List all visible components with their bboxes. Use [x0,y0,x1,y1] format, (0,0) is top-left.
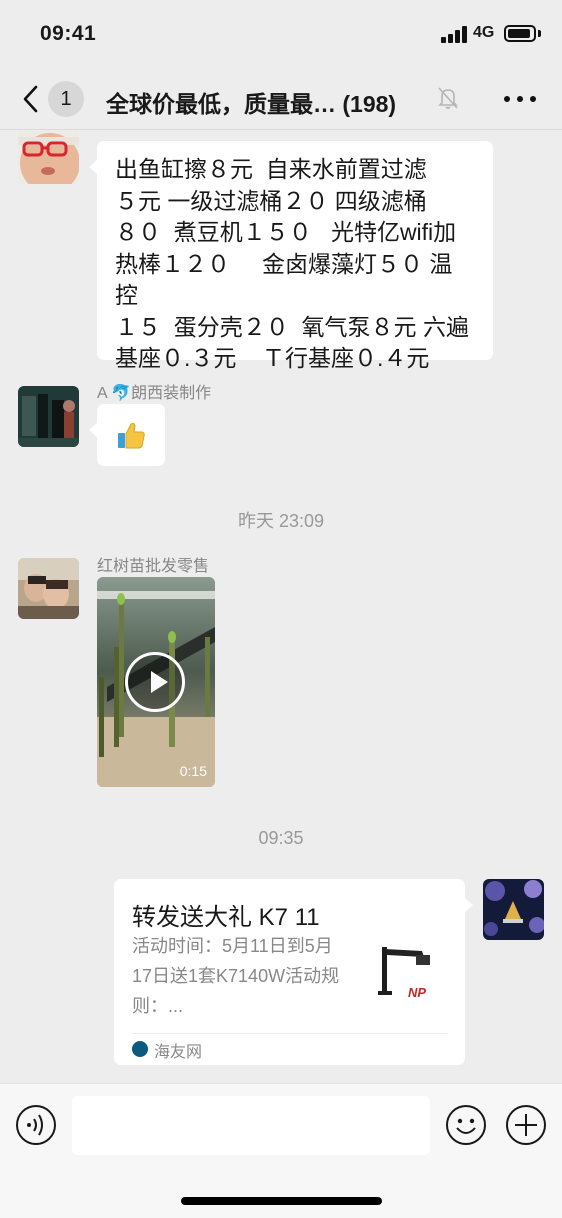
message-input[interactable] [72,1096,430,1155]
chat-header: 1 全球价最低，质量最… (198) [0,66,562,130]
svg-text:NP: NP [408,985,426,1000]
card-divider [132,1033,447,1034]
card-title: 转发送大礼 K7 11 [132,904,320,931]
play-icon[interactable] [125,652,185,712]
unread-badge[interactable]: 1 [48,81,84,117]
video-message[interactable]: 0:15 [97,577,215,787]
message-text: 出鱼缸擦８元 自来水前置过滤 ５元 一级过滤桶２０ 四级滤桶 ８０ 煮豆机１５０… [115,156,469,371]
thumbs-up-icon [118,422,145,449]
avatar[interactable] [18,386,79,447]
plus-icon[interactable] [505,1104,547,1146]
mute-icon [438,87,458,109]
card-thumbnail: NP [372,937,444,1009]
sender-name: 红树苗批发零售 [97,558,210,575]
status-bar: 09:41 4G [0,0,562,66]
card-source: 海友网 [154,1044,203,1061]
chat-title[interactable]: 全球价最低，质量最… (198) [106,85,396,119]
sender-name-cut [97,131,101,137]
link-card[interactable]: 转发送大礼 K7 11 活动时间：5月11日到5月17日送1套K7140W活动规… [114,879,473,1065]
video-duration: 0:15 [179,763,207,779]
sender-name: A 🐬朗西装制作 [97,385,212,402]
battery-icon [504,25,536,42]
avatar[interactable] [18,558,79,619]
message-list[interactable]: 出鱼缸擦８元 自来水前置过滤 ５元 一级过滤桶２０ 四级滤桶 ８０ 煮豆机１５０… [0,131,562,1083]
network-type: 4G [473,24,495,41]
my-avatar[interactable] [483,879,544,940]
battery-cap [538,30,541,37]
more-icon[interactable] [504,96,536,102]
sticker-message-bubble[interactable] [89,404,165,466]
voice-icon[interactable] [15,1104,57,1146]
timestamp: 09:35 [258,828,304,848]
home-indicator[interactable] [181,1197,382,1205]
emoji-icon[interactable] [445,1104,487,1146]
text-message-bubble[interactable]: 出鱼缸擦８元 自来水前置过滤 ５元 一级过滤桶２０ 四级滤桶 ８０ 煮豆机１５０… [89,141,493,371]
back-icon[interactable] [20,84,44,114]
avatar[interactable] [18,131,79,184]
source-logo-icon [132,1041,148,1057]
status-time: 09:41 [40,22,97,45]
timestamp: 昨天 23:09 [237,511,325,531]
signal-icon [441,26,467,43]
card-description: 活动时间：5月11日到5月17日送1套K7140W活动规则：... [132,936,340,1016]
